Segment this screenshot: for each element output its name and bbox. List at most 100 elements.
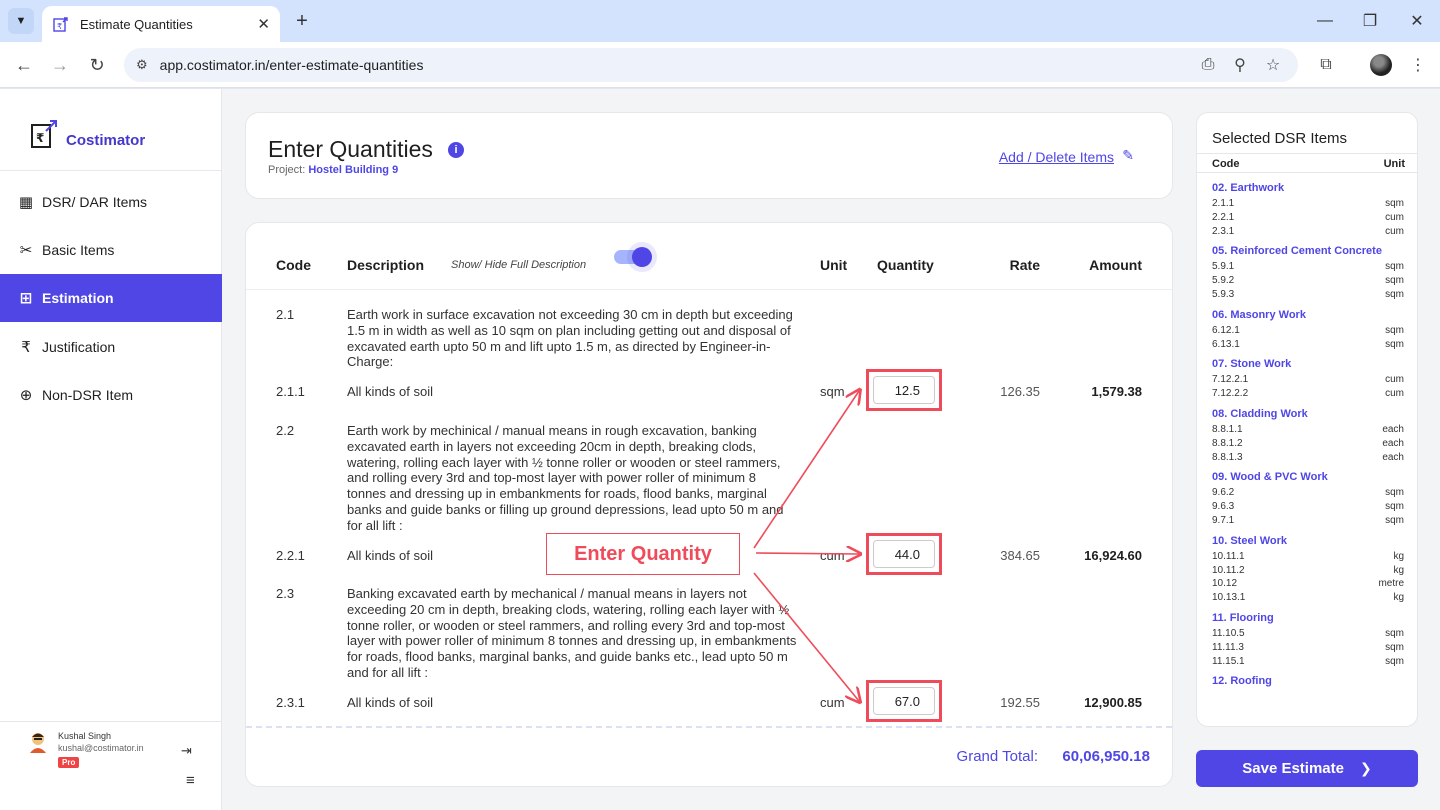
save-estimate-button[interactable]: Save Estimate ❯ bbox=[1196, 750, 1418, 787]
dsr-item-row[interactable]: 6.13.1 sqm bbox=[1212, 338, 1404, 352]
dsr-item-row[interactable]: 2.2.1 cum bbox=[1212, 211, 1404, 225]
quantities-table-card: Code Description Show/ Hide Full Descrip… bbox=[245, 222, 1173, 787]
new-tab-button[interactable]: + bbox=[290, 9, 314, 33]
extensions-icon[interactable]: ⧉ bbox=[1315, 54, 1337, 76]
dsr-group-title[interactable]: 11. Flooring bbox=[1212, 612, 1404, 624]
dsr-item-row[interactable]: 8.8.1.2 each bbox=[1212, 437, 1404, 451]
rupee-icon: ₹ bbox=[21, 339, 31, 356]
dsr-item-row[interactable]: 5.9.2 sqm bbox=[1212, 274, 1404, 288]
dsr-item-row[interactable]: 8.8.1.3 each bbox=[1212, 451, 1404, 465]
dsr-item-list[interactable]: 02. Earthwork 2.1.1 sqm 2.2.1 cum 2.3.1 cum 05.… bbox=[1212, 175, 1404, 707]
divider bbox=[0, 721, 222, 722]
sidebar-item-label: Non-DSR Item bbox=[42, 387, 134, 403]
dsr-item-unit: each bbox=[1382, 437, 1404, 449]
sidebar-item-non-dsr[interactable]: ⊕ Non-DSR Item bbox=[0, 371, 222, 419]
sidebar-item-label: Estimation bbox=[42, 290, 114, 306]
site-settings-icon[interactable]: ⚙ bbox=[136, 57, 148, 73]
dsr-group-title[interactable]: 02. Earthwork bbox=[1212, 182, 1404, 194]
sidebar-item-basic-items[interactable]: ✂ Basic Items bbox=[0, 226, 222, 274]
dsr-item-row[interactable]: 8.8.1.1 each bbox=[1212, 423, 1404, 437]
dsr-item-row[interactable]: 5.9.1 sqm bbox=[1212, 260, 1404, 274]
dsr-item-row[interactable]: 11.10.5 sqm bbox=[1212, 627, 1404, 641]
dsr-item-code: 5.9.2 bbox=[1212, 275, 1235, 287]
dsr-item-code: 11.11.3 bbox=[1212, 641, 1244, 653]
dsr-item-row[interactable]: 2.3.1 cum bbox=[1212, 225, 1404, 239]
col-header-code: Code bbox=[1212, 158, 1240, 170]
dsr-item-row[interactable]: 9.6.3 sqm bbox=[1212, 500, 1404, 514]
dsr-group: 07. Stone Work 7.12.2.1 cum 7.12.2.2 cum bbox=[1212, 358, 1404, 401]
sidebar: ₹ Costimator ▦ DSR/ DAR Items ✂ Basic It… bbox=[0, 89, 222, 810]
dsr-item-unit: sqm bbox=[1385, 501, 1404, 513]
dsr-item-unit: sqm bbox=[1385, 514, 1404, 526]
dsr-group: 05. Reinforced Cement Concrete 5.9.1 sqm 5.… bbox=[1212, 245, 1404, 301]
menu-kebab-icon[interactable]: ⋮ bbox=[1407, 54, 1429, 76]
dsr-item-code: 2.2.1 bbox=[1212, 211, 1235, 223]
zoom-icon[interactable]: ⚲ bbox=[1229, 54, 1251, 76]
brand-logo[interactable]: ₹ Costimator bbox=[30, 119, 145, 149]
dsr-item-row[interactable]: 9.6.2 sqm bbox=[1212, 486, 1404, 500]
profile-avatar[interactable] bbox=[1370, 54, 1392, 76]
forward-icon[interactable]: → bbox=[48, 53, 72, 77]
project-name[interactable]: Hostel Building 9 bbox=[308, 164, 398, 176]
dsr-item-row[interactable]: 2.1.1 sqm bbox=[1212, 197, 1404, 211]
dsr-item-row[interactable]: 7.12.2.1 cum bbox=[1212, 373, 1404, 387]
browser-tab[interactable]: ₹ Estimate Quantities ✕ bbox=[42, 6, 280, 42]
close-tab-icon[interactable]: ✕ bbox=[257, 15, 270, 33]
sidebar-item-dsr-dar[interactable]: ▦ DSR/ DAR Items bbox=[0, 178, 222, 226]
collapse-menu-icon[interactable]: ≡ bbox=[186, 772, 195, 789]
info-icon[interactable]: i bbox=[448, 142, 464, 158]
col-header-unit: Unit bbox=[1383, 158, 1405, 170]
dsr-item-code: 7.12.2.1 bbox=[1212, 374, 1249, 386]
dsr-group-title[interactable]: 05. Reinforced Cement Concrete bbox=[1212, 245, 1404, 257]
grand-total-label: Grand Total: bbox=[956, 748, 1038, 765]
dsr-item-code: 9.6.3 bbox=[1212, 501, 1235, 513]
tab-search-button[interactable]: ▼ bbox=[8, 8, 34, 34]
dsr-item-code: 2.1.1 bbox=[1212, 198, 1235, 209]
dsr-item-row[interactable]: 10.11.2 kg bbox=[1212, 564, 1404, 578]
browser-toolbar: ← → ↻ ⚙ app.costimator.in/enter-estimate… bbox=[0, 42, 1440, 88]
pencil-icon[interactable]: ✎ bbox=[1122, 147, 1134, 164]
dsr-item-unit: cum bbox=[1385, 374, 1404, 386]
dsr-group-title[interactable]: 07. Stone Work bbox=[1212, 358, 1404, 370]
install-app-icon[interactable]: ⎙ bbox=[1197, 54, 1219, 76]
dsr-item-code: 7.12.2.2 bbox=[1212, 388, 1249, 400]
dsr-item-row[interactable]: 10.11.1 kg bbox=[1212, 550, 1404, 564]
dsr-item-code: 8.8.1.3 bbox=[1212, 451, 1243, 463]
address-bar[interactable]: ⚙ app.costimator.in/enter-estimate-quant… bbox=[124, 48, 1298, 82]
sidebar-item-justification[interactable]: ₹ Justification bbox=[0, 323, 222, 371]
selected-dsr-panel: Selected DSR Items Code Unit 02. Earthwo… bbox=[1196, 112, 1418, 727]
reload-icon[interactable]: ↻ bbox=[85, 53, 109, 77]
dsr-group-title[interactable]: 09. Wood & PVC Work bbox=[1212, 471, 1404, 483]
dsr-group-title[interactable]: 06. Masonry Work bbox=[1212, 309, 1404, 321]
dsr-item-unit: each bbox=[1382, 423, 1404, 435]
dsr-item-row[interactable]: 6.12.1 sqm bbox=[1212, 324, 1404, 338]
dsr-item-code: 5.9.1 bbox=[1212, 261, 1235, 273]
dsr-item-unit: sqm bbox=[1385, 487, 1404, 499]
dsr-group: 06. Masonry Work 6.12.1 sqm 6.13.1 sqm bbox=[1212, 309, 1404, 352]
dsr-item-row[interactable]: 9.7.1 sqm bbox=[1212, 514, 1404, 528]
add-box-icon: ⊕ bbox=[19, 387, 33, 404]
minimize-icon[interactable]: — bbox=[1314, 10, 1336, 32]
restore-icon[interactable]: ❐ bbox=[1359, 10, 1381, 32]
dsr-group-title[interactable]: 08. Cladding Work bbox=[1212, 408, 1404, 420]
dsr-item-row[interactable]: 10.12 metre bbox=[1212, 577, 1404, 591]
bookmark-star-icon[interactable]: ☆ bbox=[1262, 54, 1284, 76]
dsr-item-unit: sqm bbox=[1385, 275, 1404, 287]
sidebar-item-estimation[interactable]: ⊞ Estimation bbox=[0, 274, 222, 322]
dsr-item-unit: sqm bbox=[1385, 198, 1404, 209]
add-delete-items-link[interactable]: Add / Delete Items bbox=[999, 149, 1114, 165]
dsr-item-row[interactable]: 10.13.1 kg bbox=[1212, 591, 1404, 605]
chevron-right-icon: ❯ bbox=[1360, 760, 1372, 776]
dsr-item-row[interactable]: 5.9.3 sqm bbox=[1212, 288, 1404, 302]
close-window-icon[interactable]: ✕ bbox=[1406, 10, 1428, 32]
user-email: kushal@costimator.in bbox=[58, 743, 144, 753]
dsr-group-title[interactable]: 10. Steel Work bbox=[1212, 535, 1404, 547]
logout-icon[interactable]: ⇥ bbox=[181, 743, 192, 759]
dsr-item-row[interactable]: 11.15.1 sqm bbox=[1212, 655, 1404, 669]
dsr-item-row[interactable]: 7.12.2.2 cum bbox=[1212, 387, 1404, 401]
back-icon[interactable]: ← bbox=[12, 53, 36, 77]
dsr-group: 10. Steel Work 10.11.1 kg 10.11.2 kg 10.12 met… bbox=[1212, 535, 1404, 605]
dsr-group-title[interactable]: 12. Roofing bbox=[1212, 675, 1404, 687]
dsr-item-code: 8.8.1.1 bbox=[1212, 423, 1243, 435]
dsr-item-row[interactable]: 11.11.3 sqm bbox=[1212, 641, 1404, 655]
